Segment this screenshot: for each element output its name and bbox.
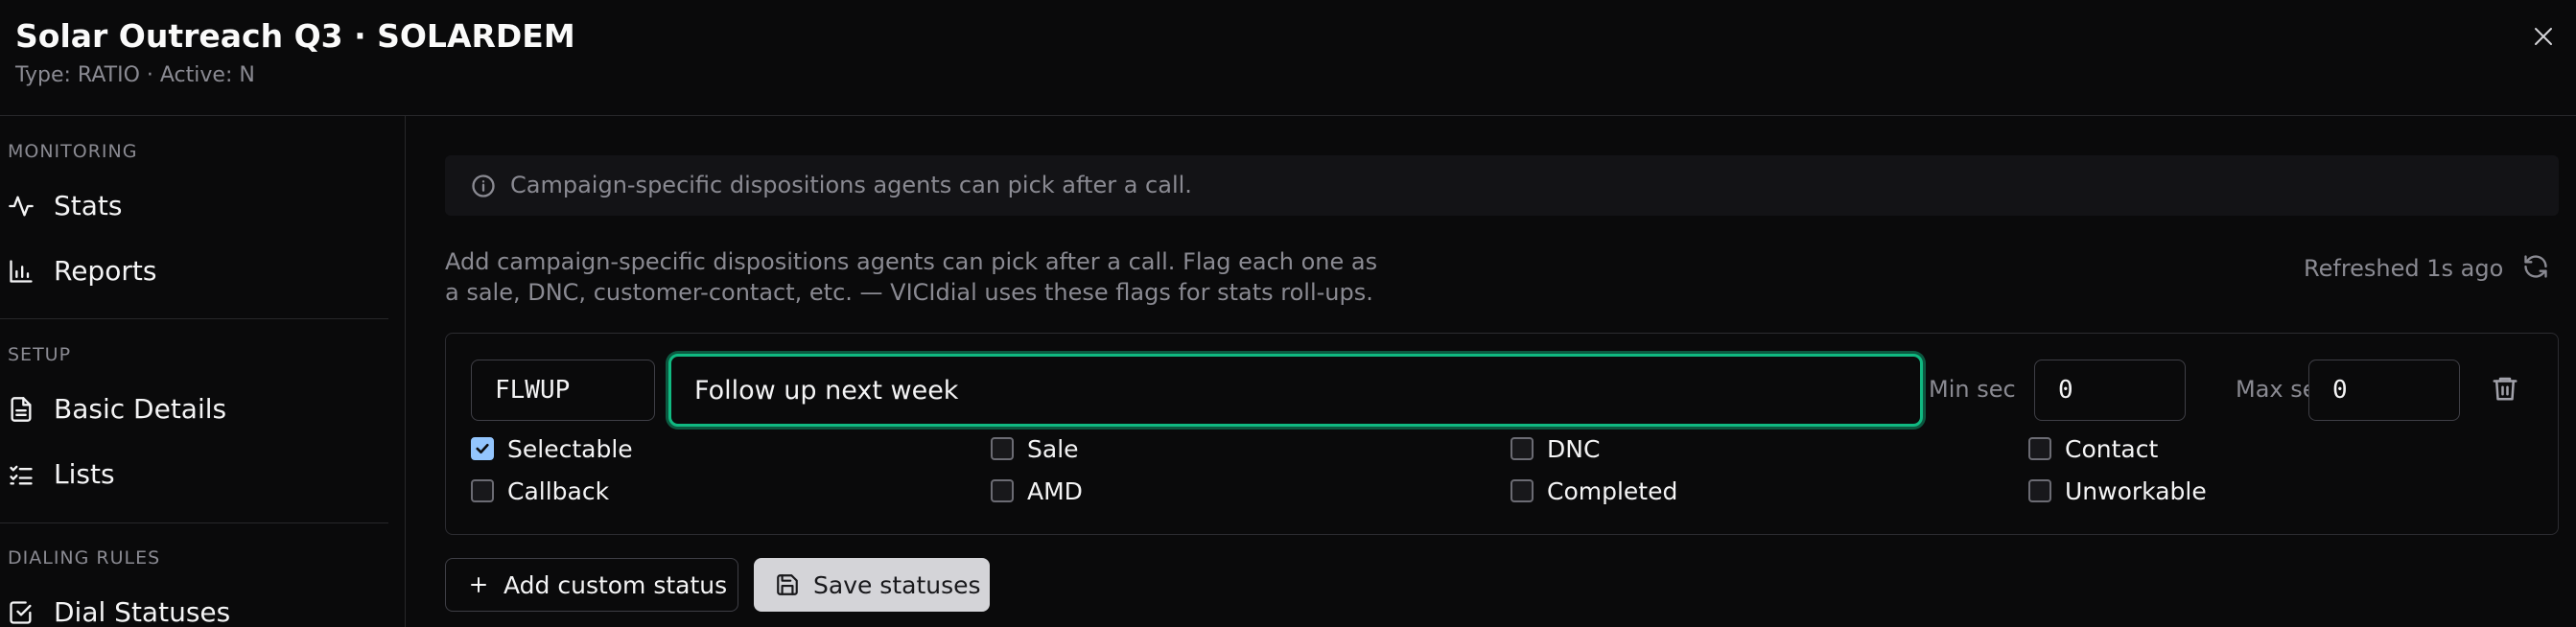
close-button[interactable] — [2528, 21, 2559, 52]
flag-label: Contact — [2065, 434, 2159, 463]
page-subtitle: Type: RATIO · Active: N — [15, 63, 255, 87]
checkbox-unchecked — [2028, 479, 2051, 502]
save-statuses-label: Save statuses — [813, 570, 981, 599]
flag-selectable-checkbox[interactable]: Selectable — [471, 434, 633, 463]
checkbox-unchecked — [1510, 479, 1534, 502]
info-banner: Campaign-specific dispositions agents ca… — [445, 155, 2559, 216]
flag-label: AMD — [1027, 476, 1083, 505]
checkbox-checked — [471, 437, 494, 460]
refresh-button[interactable] — [2522, 253, 2553, 284]
plus-icon — [471, 577, 486, 592]
close-icon — [2535, 28, 2552, 45]
sidebar-item-label: Dial Statuses — [54, 595, 231, 627]
sidebar-item-lists[interactable]: Lists — [0, 449, 388, 499]
dialog-header: Solar Outreach Q3 · SOLARDEM Type: RATIO… — [0, 0, 2576, 116]
min-sec-input[interactable] — [2034, 360, 2186, 421]
check-icon — [476, 443, 489, 454]
status-name-input[interactable] — [668, 354, 1923, 427]
flag-sale-checkbox[interactable]: Sale — [991, 434, 1079, 463]
description-line-2: a sale, DNC, customer-contact, etc. — VI… — [445, 279, 1373, 306]
sidebar: MONITORING Stats Reports SETUP Basic Det… — [0, 116, 406, 627]
list-checks-icon — [10, 465, 33, 485]
flag-completed-checkbox[interactable]: Completed — [1510, 476, 1677, 505]
description-line-1: Add campaign-specific dispositions agent… — [445, 248, 1378, 275]
sidebar-divider — [0, 318, 388, 319]
flag-amd-checkbox[interactable]: AMD — [991, 476, 1083, 505]
sidebar-section-setup: SETUP — [8, 344, 72, 365]
checkbox-unchecked — [991, 479, 1014, 502]
checkbox-unchecked — [991, 437, 1014, 460]
flag-label: Completed — [1547, 476, 1678, 505]
flag-dnc-checkbox[interactable]: DNC — [1510, 434, 1600, 463]
flag-contact-checkbox[interactable]: Contact — [2028, 434, 2158, 463]
sidebar-divider — [0, 522, 388, 523]
flag-label: DNC — [1547, 434, 1601, 463]
sidebar-item-label: Lists — [54, 457, 115, 490]
trash-icon — [2493, 377, 2517, 401]
sidebar-item-label: Reports — [54, 254, 157, 287]
save-statuses-button[interactable]: Save statuses — [754, 558, 990, 612]
main-content: Campaign-specific dispositions agents ca… — [407, 116, 2576, 627]
delete-status-button[interactable] — [2491, 374, 2523, 406]
sidebar-item-stats[interactable]: Stats — [0, 180, 388, 230]
checkbox-unchecked — [2028, 437, 2051, 460]
sidebar-item-dial-statuses[interactable]: Dial Statuses — [0, 587, 388, 627]
status-row-card: Min sec Max sec Selectable Sale DNC Cont… — [445, 333, 2559, 535]
flag-label: Sale — [1027, 434, 1079, 463]
check-square-icon — [10, 601, 32, 624]
max-sec-input[interactable] — [2308, 360, 2460, 421]
sidebar-item-basic-details[interactable]: Basic Details — [0, 383, 388, 433]
flag-label: Selectable — [507, 434, 633, 463]
sidebar-item-label: Stats — [54, 189, 123, 221]
file-text-icon — [11, 397, 32, 422]
min-sec-label: Min sec — [1929, 376, 2016, 403]
checkbox-unchecked — [1510, 437, 1534, 460]
flag-callback-checkbox[interactable]: Callback — [471, 476, 609, 505]
sidebar-item-label: Basic Details — [54, 392, 227, 425]
save-icon — [777, 574, 798, 595]
checkbox-unchecked — [471, 479, 494, 502]
refreshed-timestamp: Refreshed 1s ago — [2304, 255, 2504, 282]
sidebar-item-reports[interactable]: Reports — [0, 245, 388, 295]
add-custom-status-button[interactable]: Add custom status — [445, 558, 738, 612]
flag-unworkable-checkbox[interactable]: Unworkable — [2028, 476, 2207, 505]
info-text: Campaign-specific dispositions agents ca… — [510, 172, 1192, 198]
info-icon — [472, 174, 495, 197]
add-custom-status-label: Add custom status — [503, 570, 728, 599]
sidebar-section-monitoring: MONITORING — [8, 141, 138, 162]
refresh-icon — [2524, 255, 2547, 278]
flag-label: Callback — [507, 476, 610, 505]
activity-icon — [9, 196, 34, 217]
page-title: Solar Outreach Q3 · SOLARDEM — [15, 17, 575, 55]
status-code-input[interactable] — [471, 360, 655, 421]
sidebar-section-dialing-rules: DIALING RULES — [8, 547, 161, 569]
bar-chart-icon — [10, 260, 33, 283]
flag-label: Unworkable — [2065, 476, 2207, 505]
